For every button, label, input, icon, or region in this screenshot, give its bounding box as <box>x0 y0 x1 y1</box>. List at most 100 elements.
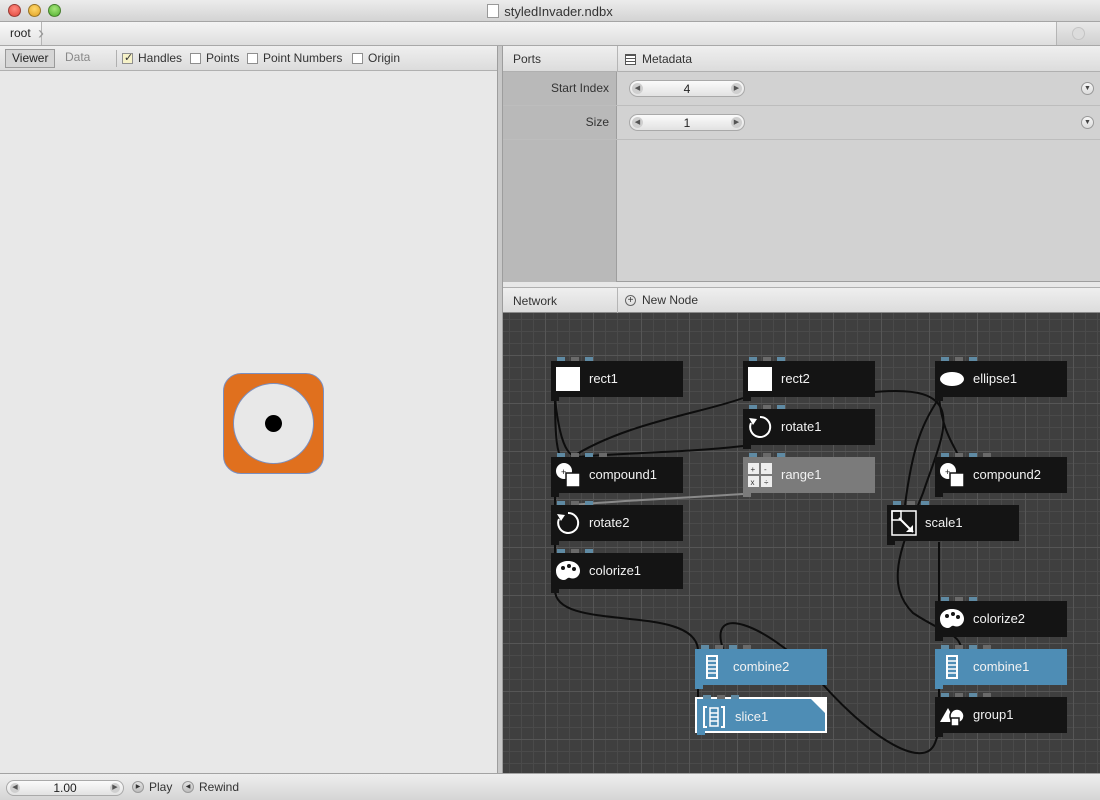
input-port[interactable] <box>729 645 737 649</box>
input-port[interactable] <box>921 501 929 505</box>
input-ports[interactable] <box>701 645 751 649</box>
input-port[interactable] <box>585 501 593 505</box>
node-rect1[interactable]: rect1 <box>551 357 683 401</box>
input-ports[interactable] <box>749 357 785 361</box>
node-combine1[interactable]: combine1 <box>935 645 1067 689</box>
input-port[interactable] <box>701 645 709 649</box>
input-port[interactable] <box>907 501 915 505</box>
increment-arrow-icon[interactable]: ▶ <box>110 783 120 793</box>
input-port[interactable] <box>585 549 593 553</box>
input-port[interactable] <box>955 453 963 457</box>
output-port[interactable] <box>551 541 559 545</box>
tab-viewer[interactable]: Viewer <box>5 49 56 68</box>
output-port[interactable] <box>551 589 559 593</box>
rewind-button[interactable]: ◀ Rewind <box>182 780 239 794</box>
input-port[interactable] <box>763 357 771 361</box>
input-ports[interactable] <box>941 645 991 649</box>
output-port[interactable] <box>743 397 751 401</box>
input-port[interactable] <box>763 405 771 409</box>
start-index-stepper[interactable]: ◀ 4 ▶ <box>629 80 745 97</box>
points-checkbox[interactable]: Points <box>190 51 239 65</box>
input-port[interactable] <box>585 453 593 457</box>
input-ports[interactable] <box>557 501 593 505</box>
point-numbers-checkbox[interactable]: Point Numbers <box>247 51 342 65</box>
input-port[interactable] <box>717 695 725 699</box>
input-ports[interactable] <box>941 693 991 697</box>
increment-arrow-icon[interactable]: ▶ <box>731 117 742 128</box>
checkbox-icon[interactable] <box>190 52 201 64</box>
input-port[interactable] <box>715 645 723 649</box>
input-ports[interactable] <box>749 453 785 457</box>
port-menu-chevron-icon[interactable]: ▼ <box>1081 116 1094 129</box>
node-rotate2[interactable]: rotate2 <box>551 501 683 545</box>
output-port[interactable] <box>697 731 705 735</box>
output-port[interactable] <box>551 397 559 401</box>
stepper-value[interactable]: 4 <box>630 82 744 96</box>
input-port[interactable] <box>557 357 565 361</box>
input-port[interactable] <box>941 357 949 361</box>
node-compound2[interactable]: + compound2 <box>935 453 1067 497</box>
input-port[interactable] <box>571 357 579 361</box>
input-port[interactable] <box>777 405 785 409</box>
input-port[interactable] <box>749 357 757 361</box>
viewer-canvas[interactable] <box>0 71 497 773</box>
node-colorize1[interactable]: colorize1 <box>551 549 683 593</box>
input-port[interactable] <box>763 453 771 457</box>
node-range1[interactable]: + - x ÷ range1 <box>743 453 875 497</box>
port-menu-chevron-icon[interactable]: ▼ <box>1081 82 1094 95</box>
input-port[interactable] <box>893 501 901 505</box>
frame-stepper[interactable]: ◀ 1.00 ▶ <box>6 780 124 796</box>
input-port[interactable] <box>599 453 607 457</box>
input-port[interactable] <box>983 645 991 649</box>
input-ports[interactable] <box>703 695 739 699</box>
size-stepper[interactable]: ◀ 1 ▶ <box>629 114 745 131</box>
input-port[interactable] <box>571 453 579 457</box>
input-port[interactable] <box>703 695 711 699</box>
node-rect2[interactable]: rect2 <box>743 357 875 401</box>
checkbox-checked-icon[interactable] <box>122 51 133 64</box>
increment-arrow-icon[interactable]: ▶ <box>731 83 742 94</box>
input-port[interactable] <box>983 453 991 457</box>
checkbox-icon[interactable] <box>352 52 363 64</box>
input-port[interactable] <box>749 453 757 457</box>
output-port[interactable] <box>935 733 943 737</box>
output-port[interactable] <box>743 493 751 497</box>
input-ports[interactable] <box>941 357 977 361</box>
input-ports[interactable] <box>941 453 991 457</box>
output-port[interactable] <box>935 493 943 497</box>
input-ports[interactable] <box>749 405 785 409</box>
input-ports[interactable] <box>557 549 593 553</box>
input-port[interactable] <box>777 357 785 361</box>
input-port[interactable] <box>571 549 579 553</box>
input-port[interactable] <box>941 597 949 601</box>
new-node-button[interactable]: + New Node <box>625 293 698 307</box>
input-port[interactable] <box>969 357 977 361</box>
input-port[interactable] <box>585 357 593 361</box>
output-port[interactable] <box>551 493 559 497</box>
input-port[interactable] <box>955 645 963 649</box>
stepper-value[interactable]: 1 <box>630 116 744 130</box>
input-port[interactable] <box>941 693 949 697</box>
output-port[interactable] <box>935 685 943 689</box>
invader-shape-preview[interactable] <box>223 373 324 474</box>
input-ports[interactable] <box>557 453 607 457</box>
network-canvas[interactable]: rect1 rect2 ellipse1 rotate1 + compound1 + - x ÷ r… <box>503 313 1100 773</box>
input-port[interactable] <box>983 693 991 697</box>
node-group1[interactable]: group1 <box>935 693 1067 737</box>
input-port[interactable] <box>941 453 949 457</box>
node-ellipse1[interactable]: ellipse1 <box>935 357 1067 401</box>
output-port[interactable] <box>695 685 703 689</box>
input-port[interactable] <box>557 549 565 553</box>
node-slice1[interactable]: slice1 <box>695 695 827 735</box>
input-port[interactable] <box>749 405 757 409</box>
handles-checkbox[interactable]: Handles <box>122 51 182 65</box>
play-button[interactable]: ▶ Play <box>132 780 172 794</box>
output-port[interactable] <box>935 397 943 401</box>
input-port[interactable] <box>731 695 739 699</box>
checkbox-icon[interactable] <box>247 52 258 64</box>
input-port[interactable] <box>969 645 977 649</box>
input-port[interactable] <box>969 597 977 601</box>
tab-data[interactable]: Data <box>59 49 96 68</box>
input-ports[interactable] <box>893 501 929 505</box>
node-combine2[interactable]: combine2 <box>695 645 827 689</box>
